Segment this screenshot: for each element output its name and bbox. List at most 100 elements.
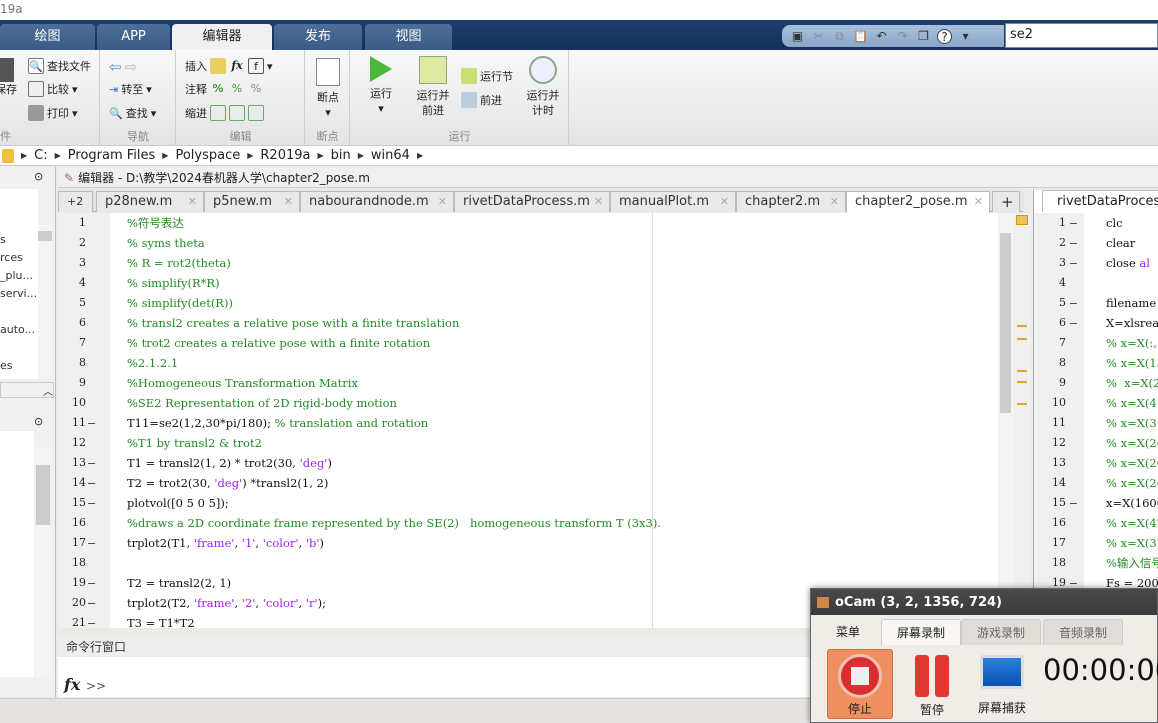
- file-item[interactable]: rces: [0, 251, 23, 264]
- chevron-down-icon[interactable]: ▾: [958, 29, 973, 44]
- editor-tab-active[interactable]: chapter2_pose.m ✕: [846, 191, 990, 213]
- code-line[interactable]: 12 % x=X(26: [1034, 433, 1158, 453]
- executable-line-marker[interactable]: –: [1070, 313, 1077, 333]
- panel-menu-icon[interactable]: ⊙: [34, 170, 43, 183]
- executable-line-marker[interactable]: –: [88, 593, 95, 613]
- code-line[interactable]: 16 % x=X(42: [1034, 513, 1158, 533]
- find-button[interactable]: 🔍 查找 ▾: [109, 105, 156, 121]
- close-icon[interactable]: ✕: [188, 192, 197, 212]
- close-icon[interactable]: ✕: [438, 192, 447, 212]
- close-icon[interactable]: ✕: [594, 192, 603, 212]
- pause-button[interactable]: 暂停: [899, 649, 965, 719]
- warning-marker[interactable]: [1017, 403, 1027, 405]
- code-line[interactable]: 8 %2.1.2.1: [58, 353, 998, 373]
- warning-marker[interactable]: [1017, 381, 1027, 383]
- search-input[interactable]: se2: [1005, 23, 1158, 48]
- file-list[interactable]: s rces _plu... servi... auto... es: [0, 189, 38, 379]
- file-item[interactable]: s: [0, 233, 6, 246]
- close-icon[interactable]: ✕: [284, 192, 293, 212]
- code-line[interactable]: 7 % trot2 creates a relative pose with a …: [58, 333, 998, 353]
- editor-tab[interactable]: p5new.m ✕: [204, 191, 300, 212]
- compare-button[interactable]: 比较 ▾: [28, 81, 78, 97]
- breadcrumb-item[interactable]: Polyspace: [175, 148, 240, 163]
- code-line[interactable]: 4 % simplify(R*R): [58, 273, 998, 293]
- breadcrumb-item[interactable]: win64: [371, 148, 410, 163]
- print-button[interactable]: 打印 ▾: [28, 105, 78, 121]
- executable-line-marker[interactable]: –: [1070, 213, 1077, 233]
- code-line[interactable]: 17– trplot2(T1, 'frame', '1', 'color', 'b…: [58, 533, 998, 553]
- executable-line-marker[interactable]: –: [88, 473, 95, 493]
- tab-apps[interactable]: APP: [97, 24, 170, 50]
- ocam-tab-screen-record[interactable]: 屏幕录制: [881, 619, 961, 645]
- code-line[interactable]: 5 % simplify(det(R)): [58, 293, 998, 313]
- code-line[interactable]: 10 % x=X(41: [1034, 393, 1158, 413]
- run-button[interactable]: 运行 ▾: [359, 56, 403, 116]
- tab-overflow-button[interactable]: +2: [58, 191, 93, 212]
- code-line[interactable]: 2 % syms theta: [58, 233, 998, 253]
- code-line[interactable]: 1 %符号表达: [58, 213, 998, 233]
- executable-line-marker[interactable]: –: [88, 573, 95, 593]
- code-line[interactable]: 17 % x=X(32: [1034, 533, 1158, 553]
- code-line[interactable]: 4: [1034, 273, 1158, 293]
- warning-status-icon[interactable]: [1016, 215, 1028, 225]
- function-icon[interactable]: f: [248, 58, 264, 74]
- file-item[interactable]: auto...: [0, 323, 35, 336]
- executable-line-marker[interactable]: –: [88, 613, 95, 628]
- code-line[interactable]: 18: [58, 553, 998, 573]
- ocam-tab-menu[interactable]: 菜单: [815, 619, 881, 645]
- code-editor[interactable]: 1 %符号表达 2 % syms theta 3 % R = rot2(theta) 4 % …: [58, 213, 998, 628]
- editor-tab[interactable]: p28new.m ✕: [96, 191, 204, 212]
- tab-editor[interactable]: 编辑器: [172, 24, 272, 50]
- paste-icon[interactable]: 📋: [853, 29, 868, 44]
- executable-line-marker[interactable]: –: [1070, 493, 1077, 513]
- tab-plots[interactable]: 绘图: [0, 24, 95, 50]
- fx-icon[interactable]: fx: [64, 675, 80, 694]
- executable-line-marker[interactable]: –: [88, 413, 95, 433]
- code-line[interactable]: 14 % x=X(26: [1034, 473, 1158, 493]
- ocam-tab-audio-record[interactable]: 音频录制: [1043, 619, 1123, 645]
- decrease-indent-icon[interactable]: [248, 105, 264, 121]
- close-icon[interactable]: ✕: [720, 192, 729, 212]
- advance-button[interactable]: 前进: [461, 92, 502, 108]
- command-window[interactable]: fx >>: [58, 657, 818, 697]
- smart-indent-icon[interactable]: [210, 105, 226, 121]
- copy-icon[interactable]: ⧉: [832, 29, 847, 44]
- back-button[interactable]: ⇦ ⇨: [109, 58, 137, 76]
- switch-windows-icon[interactable]: ❐: [916, 29, 931, 44]
- close-icon[interactable]: ✕: [830, 192, 839, 212]
- code-line[interactable]: 15– x=X(1600: [1034, 493, 1158, 513]
- code-editor[interactable]: 1– clc 2– clear 3– close al 4 5– filename 6– X=xls…: [1034, 213, 1158, 595]
- editor-tab[interactable]: chapter2.m ✕: [736, 191, 846, 212]
- wrap-comments-icon[interactable]: %: [248, 81, 264, 97]
- code-line[interactable]: 13 % x=X(26: [1034, 453, 1158, 473]
- code-line[interactable]: 9 % x=X(2: [1034, 373, 1158, 393]
- code-line[interactable]: 6– X=xlsrea: [1034, 313, 1158, 333]
- new-tab-button[interactable]: +: [992, 191, 1020, 212]
- panel-menu-icon[interactable]: ⊙: [34, 415, 43, 428]
- help-icon[interactable]: ?: [937, 28, 952, 44]
- find-files-button[interactable]: 🔍 查找文件: [28, 58, 91, 74]
- ocam-titlebar[interactable]: oCam (3, 2, 1356, 724): [811, 589, 1157, 615]
- warning-marker[interactable]: [1017, 338, 1027, 340]
- redo-icon[interactable]: ↷: [895, 29, 910, 44]
- code-line[interactable]: 9 %Homogeneous Transformation Matrix: [58, 373, 998, 393]
- editor-tab[interactable]: rivetDataProcess: [1042, 190, 1158, 212]
- undo-icon[interactable]: ↶: [874, 29, 889, 44]
- run-advance-button[interactable]: 运行并 前进: [411, 56, 455, 118]
- save-icon[interactable]: ▣: [790, 29, 805, 44]
- file-item[interactable]: _plu...: [0, 269, 33, 282]
- warning-marker[interactable]: [1017, 370, 1027, 372]
- increase-indent-icon[interactable]: [229, 105, 245, 121]
- executable-line-marker[interactable]: –: [1070, 253, 1077, 273]
- editor-tab[interactable]: nabourandnode.m ✕: [300, 191, 454, 212]
- tab-view[interactable]: 视图: [365, 24, 452, 50]
- executable-line-marker[interactable]: –: [1070, 293, 1077, 313]
- screen-capture-button[interactable]: 屏幕捕获: [969, 649, 1035, 719]
- code-line[interactable]: 18 %输入信号: [1034, 553, 1158, 573]
- breadcrumb-item[interactable]: Program Files: [68, 148, 156, 163]
- comment-icon[interactable]: %: [210, 81, 226, 97]
- run-and-time-button[interactable]: 运行并 计时: [521, 56, 565, 118]
- vertical-scrollbar[interactable]: [998, 213, 1013, 628]
- breakpoints-button[interactable]: 断点 ▾: [310, 58, 346, 120]
- insert-section-icon[interactable]: [210, 58, 226, 74]
